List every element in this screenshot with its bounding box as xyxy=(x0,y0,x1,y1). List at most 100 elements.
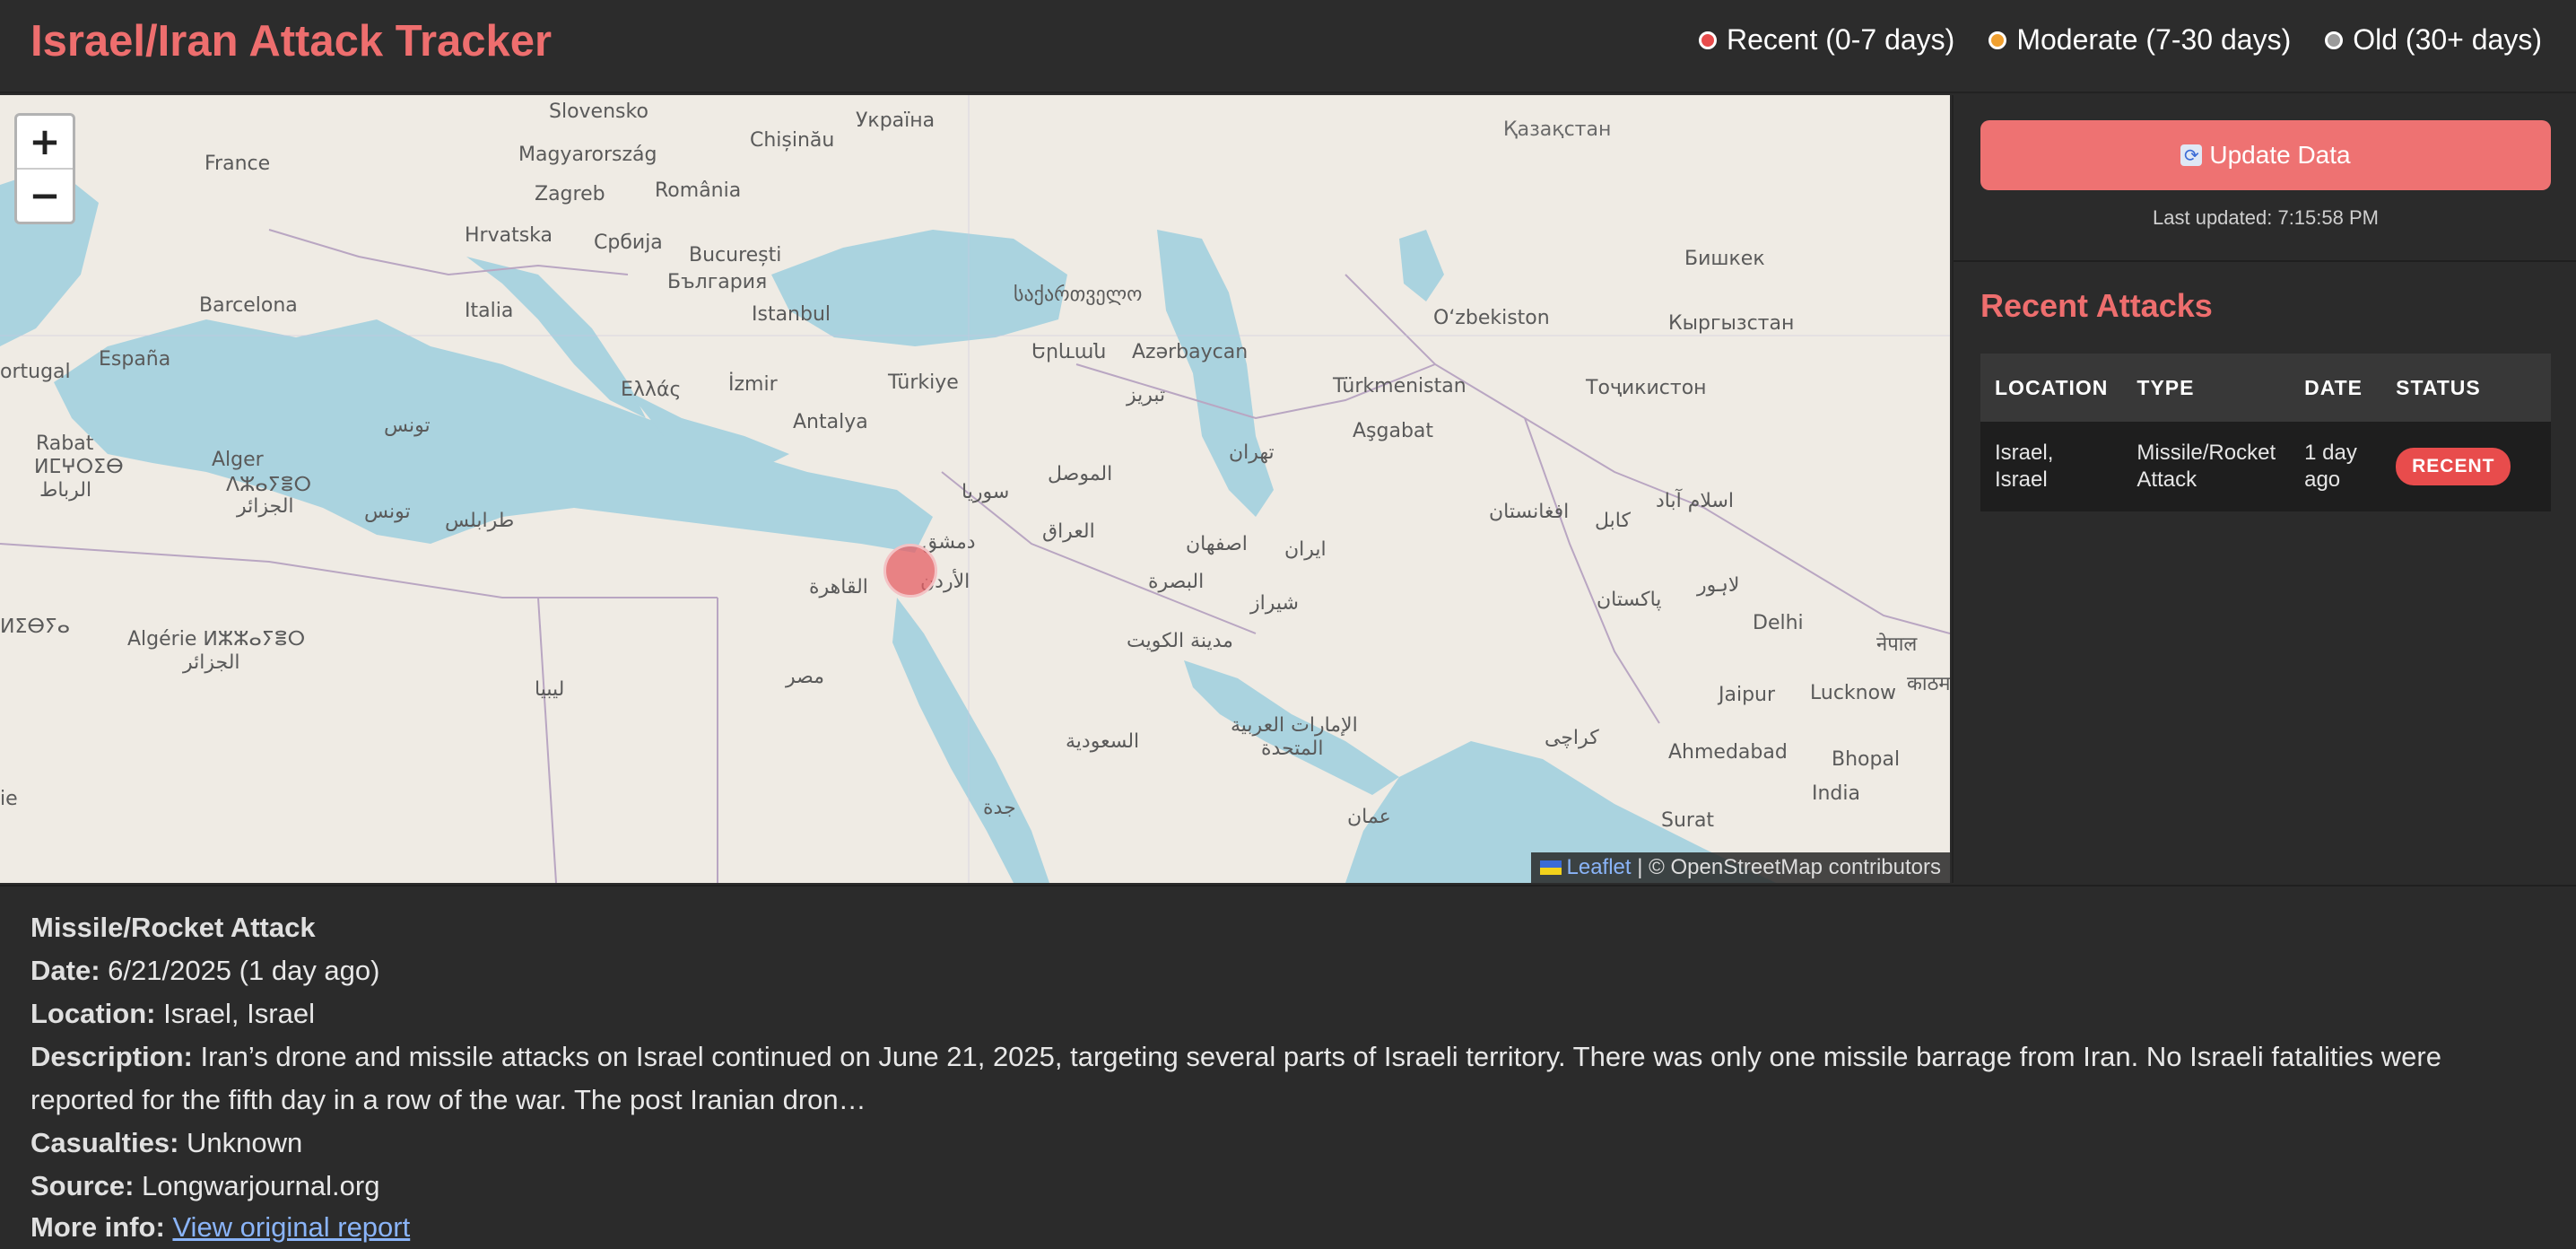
ukraine-flag-icon xyxy=(1539,860,1562,875)
map-label: Երևան xyxy=(1031,341,1107,363)
map-label: Бишкек xyxy=(1684,248,1765,270)
legend-item-moderate: Moderate (7-30 days) xyxy=(1989,23,2291,57)
description-value: Iran’s drone and missile attacks on Isra… xyxy=(30,1041,2441,1115)
map-label: Zagreb xyxy=(535,183,605,205)
map-label: България xyxy=(667,271,768,293)
map-label: لاہور xyxy=(1697,574,1740,597)
detail-source: Source: Longwarjournal.org xyxy=(30,1165,2542,1208)
date-value: 6/21/2025 (1 day ago) xyxy=(108,955,380,986)
recent-attacks-heading: Recent Attacks xyxy=(1980,287,2213,324)
map-label: Antalya xyxy=(793,411,868,433)
map-label: دمشق xyxy=(922,531,976,554)
update-data-button[interactable]: ⟳ Update Data xyxy=(1980,120,2551,190)
map-label: طرابلس xyxy=(445,510,515,532)
map-label: Jaipur xyxy=(1719,684,1776,706)
cell-date: 1 day ago xyxy=(2290,422,2382,511)
map-label: پاکستان xyxy=(1597,589,1662,611)
map-label: ie xyxy=(0,788,18,810)
map-label: Bhopal xyxy=(1832,748,1901,771)
map-label: România xyxy=(655,179,742,202)
moderate-dot-icon xyxy=(1989,31,2007,49)
zoom-out-button[interactable]: − xyxy=(17,168,73,222)
map-label: España xyxy=(99,348,171,371)
map-label: Србија xyxy=(594,231,663,254)
cell-location: Israel, Israel xyxy=(1980,422,2123,511)
map-label: جدة xyxy=(983,797,1016,819)
source-value: Longwarjournal.org xyxy=(142,1170,380,1201)
map-label: Lucknow xyxy=(1810,682,1897,704)
map-label: O‘zbekiston xyxy=(1433,307,1550,329)
detail-description: Description: Iran’s drone and missile at… xyxy=(30,1035,2542,1122)
map-label: Azərbaycan xyxy=(1132,341,1249,363)
column-header: TYPE xyxy=(2122,354,2291,422)
map-label: Rabat xyxy=(36,432,94,455)
map-view[interactable]: Slovensko Україна Қазақстан France Magya… xyxy=(0,95,1950,883)
map-label: Ελλάς xyxy=(621,379,682,401)
legend: Recent (0-7 days) Moderate (7-30 days) O… xyxy=(1698,23,2542,57)
legend-item-recent: Recent (0-7 days) xyxy=(1698,23,1955,57)
leaflet-link[interactable]: Leaflet xyxy=(1567,855,1632,879)
map-label: Тоҷикистон xyxy=(1586,377,1707,399)
map-attribution: Leaflet | © OpenStreetMap contributors xyxy=(1530,852,1950,883)
map-label: تونس xyxy=(384,415,431,437)
map-label: السعودية xyxy=(1066,730,1140,753)
map-label: Slovensko xyxy=(549,100,648,123)
column-header: STATUS xyxy=(2381,354,2551,422)
map-label: الموصل xyxy=(1048,463,1113,485)
zoom-in-button[interactable]: + xyxy=(17,116,73,168)
map-label: ایران xyxy=(1284,538,1327,561)
cell-type: Missile/Rocket Attack xyxy=(2122,422,2291,511)
map-label: ⴷⵣⴰⵢⴻⵔ xyxy=(226,474,312,496)
map-label: Україна xyxy=(856,109,936,132)
source-label: Source: xyxy=(30,1170,135,1201)
zoom-control: + − xyxy=(14,113,75,224)
detail-date: Date: 6/21/2025 (1 day ago) xyxy=(30,949,2542,992)
map-label: Hrvatska xyxy=(465,224,553,247)
map-label: سوريا xyxy=(962,481,1010,503)
table-row[interactable]: Israel, Israel Missile/Rocket Attack 1 d… xyxy=(1980,422,2551,511)
map-label: ortugal xyxy=(0,361,71,383)
column-header: DATE xyxy=(2290,354,2382,422)
attribution-text: | © OpenStreetMap contributors xyxy=(1637,855,1941,879)
map-label: اسلام آباد xyxy=(1656,490,1735,512)
casualties-label: Casualties: xyxy=(30,1127,179,1158)
map-label: Barcelona xyxy=(199,294,298,317)
map-label: ⵍⵉⴱⵢⴰ xyxy=(0,616,71,638)
view-original-report-link[interactable]: View original report xyxy=(172,1211,410,1243)
casualties-value: Unknown xyxy=(187,1127,303,1158)
map-label: المتحدة xyxy=(1261,738,1324,760)
map-label: عمان xyxy=(1347,806,1391,828)
date-label: Date: xyxy=(30,955,100,986)
map-label: Қазақстан xyxy=(1503,118,1612,141)
map-label: Türkmenistan xyxy=(1333,375,1466,397)
map-label: საქართველო xyxy=(1014,284,1143,306)
legend-label: Recent (0-7 days) xyxy=(1726,23,1955,56)
map-label: تهران xyxy=(1229,441,1275,464)
attack-details: Missile/Rocket Attack Date: 6/21/2025 (1… xyxy=(0,885,2576,1244)
map-label: Aşgabat xyxy=(1353,420,1434,442)
map-label: Magyarország xyxy=(518,144,657,166)
map-label: Algérie ⵍⵣⵣⴰⵢⴻⵔ xyxy=(127,628,306,651)
map-label: Surat xyxy=(1661,809,1715,832)
recent-dot-icon xyxy=(1698,31,1717,49)
detail-more-info: More info: View original report xyxy=(30,1206,2542,1249)
attacks-table: LOCATION TYPE DATE STATUS Israel, Israel… xyxy=(1980,354,2551,511)
map-label: Istanbul xyxy=(752,303,831,326)
attack-marker[interactable] xyxy=(883,544,937,598)
sidebar: ⟳ Update Data Last updated: 7:15:58 PM R… xyxy=(1952,95,2576,883)
map-label: Кыргызстан xyxy=(1668,312,1795,335)
map-label: Delhi xyxy=(1753,612,1804,634)
location-value: Israel, Israel xyxy=(163,998,315,1029)
map-label: Italia xyxy=(465,300,514,322)
page-title: Israel/Iran Attack Tracker xyxy=(30,17,553,66)
map-label: France xyxy=(205,153,271,175)
map-label: الجزائر xyxy=(183,651,240,674)
map-label: اصفهان xyxy=(1186,533,1248,555)
map-label: البصرة xyxy=(1148,571,1205,593)
map-label: București xyxy=(689,244,782,266)
map-label: India xyxy=(1812,782,1860,805)
map-label: تبریز xyxy=(1127,384,1166,406)
column-header: LOCATION xyxy=(1980,354,2123,422)
legend-label: Moderate (7-30 days) xyxy=(2016,23,2292,56)
map-label: الرباط xyxy=(39,479,92,502)
